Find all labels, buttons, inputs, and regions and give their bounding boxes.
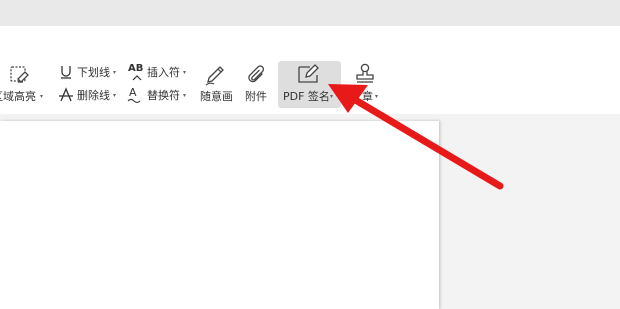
replace-char-wave-icon: [127, 98, 141, 104]
paperclip-icon: [248, 65, 265, 83]
title-bar: [0, 0, 620, 26]
pen-sign-icon: [298, 64, 319, 83]
insert-char-label: 插入符: [147, 66, 180, 79]
stamp-button[interactable]: 章 ▾: [346, 62, 386, 108]
underline-icon: [61, 66, 71, 79]
strikethrough-button[interactable]: 删除线 ▾: [56, 87, 120, 105]
chevron-down-icon: ▾: [330, 93, 334, 100]
chevron-down-icon: ▾: [40, 93, 44, 100]
freehand-label: 随意画: [200, 90, 233, 103]
stamp-icon: [356, 63, 374, 83]
chevron-down-icon: ▾: [113, 92, 117, 99]
pdf-sign-button[interactable]: PDF 签名 ▾: [278, 61, 341, 108]
highlight-icon: [10, 66, 29, 83]
stamp-label: 章: [362, 90, 373, 103]
pencil-icon: [205, 66, 224, 86]
replace-char-button[interactable]: A 替换符 ▾: [126, 86, 190, 105]
strikethrough-icon: [59, 87, 73, 102]
region-highlight-button[interactable]: 区域高亮 ▾: [0, 62, 46, 108]
chevron-down-icon: ▾: [113, 69, 117, 76]
underline-button[interactable]: 下划线 ▾: [56, 64, 120, 82]
insert-char-button[interactable]: AB 插入符 ▾: [126, 63, 190, 82]
freehand-button[interactable]: 随意画: [196, 62, 236, 108]
region-highlight-label: 区域高亮: [0, 90, 36, 103]
attachment-label: 附件: [245, 90, 267, 103]
underline-label: 下划线: [77, 66, 110, 79]
attachment-button[interactable]: 附件: [240, 62, 274, 108]
insert-char-caret-icon: [132, 75, 142, 81]
strikethrough-label: 删除线: [77, 89, 110, 102]
insert-char-icon: AB: [128, 63, 144, 74]
chevron-down-icon: ▾: [375, 93, 379, 100]
replace-char-label: 替换符: [147, 89, 180, 102]
chevron-down-icon: ▾: [183, 69, 187, 76]
pdf-sign-label: PDF 签名: [283, 90, 330, 103]
chevron-down-icon: ▾: [183, 92, 187, 99]
document-page: [0, 121, 439, 309]
